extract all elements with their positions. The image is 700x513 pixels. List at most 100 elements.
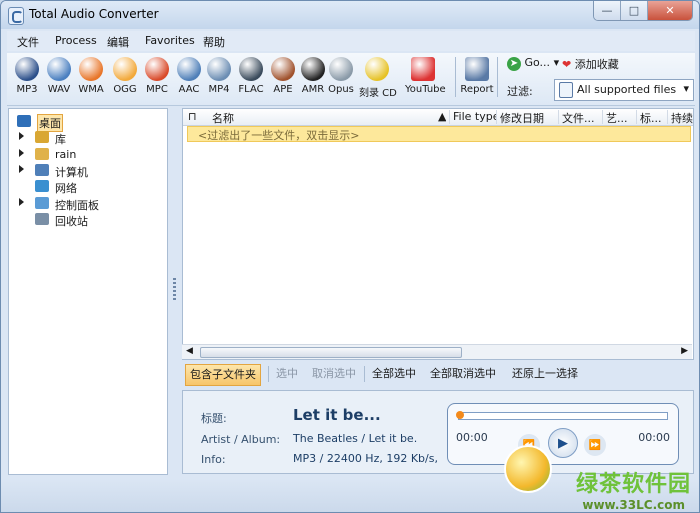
format-button-report[interactable]: Report bbox=[459, 57, 495, 95]
tree-item-label: 控制面板 bbox=[55, 198, 99, 212]
expand-arrow-icon[interactable] bbox=[19, 197, 24, 206]
tree-item-label: rain bbox=[55, 147, 77, 161]
column-title[interactable]: 标... bbox=[636, 110, 668, 124]
format-button-youtube[interactable]: YouTube bbox=[405, 57, 446, 95]
watermark-text: 绿茶软件园 bbox=[575, 472, 691, 497]
format-button-wma[interactable]: WMA bbox=[73, 57, 109, 95]
add-favorite-label: 添加收藏 bbox=[574, 58, 619, 71]
select-button[interactable]: 选中 bbox=[272, 364, 302, 384]
play-button[interactable]: ▶ bbox=[548, 428, 578, 458]
artist-label: Artist / Album: bbox=[201, 433, 281, 446]
horizontal-scrollbar[interactable]: ◀ ▶ bbox=[182, 344, 692, 359]
刻录-cd-icon bbox=[365, 57, 389, 81]
select-all-button[interactable]: 全部选中 bbox=[368, 364, 420, 384]
format-label: OGG bbox=[113, 84, 137, 95]
folder-icon bbox=[35, 131, 49, 144]
format-button-opus[interactable]: Opus bbox=[323, 57, 359, 95]
close-button[interactable]: ✕ bbox=[648, 1, 692, 20]
filter-message: <过滤出了一些文件，双击显示> bbox=[198, 129, 360, 142]
filter-value: All supported files bbox=[577, 83, 677, 96]
playback-box: 00:00 00:00 ⏪ ▶ ⏩ bbox=[447, 403, 679, 465]
folder-tree[interactable]: 桌面库 rain 计算机 网络控制面板 回收站 bbox=[8, 108, 168, 475]
maximize-button[interactable]: □ bbox=[621, 1, 648, 20]
splitter-handle[interactable] bbox=[169, 108, 181, 473]
window-controls: — □ ✕ bbox=[593, 1, 693, 21]
tree-item[interactable]: 库 bbox=[9, 130, 159, 146]
menu-file[interactable]: 文件 bbox=[17, 34, 39, 50]
aac-icon bbox=[177, 57, 201, 81]
add-favorite-button[interactable]: ❤ 添加收藏 bbox=[562, 56, 619, 72]
artist-value: The Beatles / Let it be. bbox=[293, 432, 418, 445]
deselect-button[interactable]: 取消选中 bbox=[308, 364, 360, 384]
folder-icon bbox=[35, 163, 49, 176]
report-icon bbox=[465, 57, 489, 81]
column-modified[interactable]: 修改日期 bbox=[496, 110, 558, 124]
window-title: Total Audio Converter bbox=[29, 7, 159, 21]
youtube-icon bbox=[411, 57, 435, 81]
watermark-url: www.33LC.com bbox=[582, 498, 685, 512]
pin-icon[interactable]: ⊓ bbox=[185, 110, 202, 124]
player-panel: 标题: Let it be... Artist / Album: The Bea… bbox=[182, 390, 694, 474]
menu-bar: 文件 Process 编辑 Favorites 帮助 bbox=[7, 31, 695, 51]
column-name[interactable]: 名称 bbox=[209, 110, 448, 124]
chevron-down-icon: ▾ bbox=[553, 56, 560, 69]
progress-track[interactable] bbox=[456, 411, 668, 420]
folder-icon bbox=[35, 180, 49, 193]
format-label: MP4 bbox=[208, 84, 230, 95]
format-button-刻录-cd[interactable]: 刻录 CD bbox=[359, 57, 397, 99]
title-bar[interactable]: Total Audio Converter — □ ✕ bbox=[1, 1, 699, 29]
scroll-thumb[interactable] bbox=[200, 347, 462, 358]
format-button-mpc[interactable]: MPC bbox=[139, 57, 175, 95]
app-window: Total Audio Converter — □ ✕ 文件 Process 编… bbox=[0, 0, 700, 513]
format-button-mp4[interactable]: MP4 bbox=[201, 57, 237, 95]
expand-arrow-icon[interactable] bbox=[19, 148, 24, 157]
tree-item[interactable]: 控制面板 bbox=[9, 196, 159, 212]
restore-selection-button[interactable]: 还原上一选择 bbox=[508, 364, 582, 384]
file-list[interactable]: ⊓ 名称 ▲ File type 修改日期 文件... 艺... 标... 持续… bbox=[182, 108, 694, 360]
tree-item-label: 桌面 bbox=[37, 114, 63, 132]
fast-forward-button[interactable]: ⏩ bbox=[584, 434, 606, 456]
selection-bar: 包含子文件夹 选中 取消选中 全部选中 全部取消选中 还原上一选择 bbox=[182, 362, 692, 386]
column-file-type[interactable]: File type bbox=[449, 110, 497, 124]
minimize-button[interactable]: — bbox=[594, 1, 621, 20]
info-label: Info: bbox=[201, 453, 226, 466]
watermark-logo-icon bbox=[504, 445, 552, 493]
menu-process[interactable]: Process bbox=[55, 34, 97, 47]
expand-arrow-icon[interactable] bbox=[19, 164, 24, 173]
separator bbox=[364, 366, 365, 382]
format-button-mp3[interactable]: MP3 bbox=[9, 57, 45, 95]
column-artist[interactable]: 艺... bbox=[602, 110, 636, 124]
tree-item[interactable]: 网络 bbox=[9, 179, 159, 195]
progress-knob[interactable] bbox=[456, 411, 464, 419]
chevron-down-icon: ▾ bbox=[683, 82, 689, 95]
tree-item[interactable]: 桌面 bbox=[9, 114, 159, 132]
title-label: 标题: bbox=[201, 412, 227, 425]
tree-item[interactable]: 计算机 bbox=[9, 163, 159, 179]
wav-icon bbox=[47, 57, 71, 81]
go-button[interactable]: ➤ Go... ▾ bbox=[507, 56, 559, 71]
tree-item-label: 计算机 bbox=[55, 165, 88, 179]
tree-item[interactable]: 回收站 bbox=[9, 212, 159, 228]
expand-arrow-icon[interactable] bbox=[19, 132, 24, 141]
opus-icon bbox=[329, 57, 353, 81]
format-button-wav[interactable]: WAV bbox=[41, 57, 77, 95]
format-button-ogg[interactable]: OGG bbox=[107, 57, 143, 95]
format-label: MPC bbox=[146, 84, 168, 95]
folder-icon bbox=[35, 196, 49, 209]
column-file-size[interactable]: 文件... bbox=[558, 110, 602, 124]
scroll-left-icon[interactable]: ◀ bbox=[186, 346, 193, 356]
filter-message-row[interactable]: <过滤出了一些文件，双击显示> bbox=[187, 126, 691, 142]
filter-select[interactable]: All supported files ▾ bbox=[554, 79, 694, 101]
column-duration[interactable]: 持续... bbox=[667, 110, 693, 124]
include-subfolders-button[interactable]: 包含子文件夹 bbox=[185, 364, 261, 386]
tree-item[interactable]: rain bbox=[9, 147, 159, 163]
menu-help[interactable]: 帮助 bbox=[203, 34, 225, 50]
menu-edit[interactable]: 编辑 bbox=[107, 34, 129, 50]
deselect-all-button[interactable]: 全部取消选中 bbox=[426, 364, 500, 384]
scroll-right-icon[interactable]: ▶ bbox=[681, 346, 688, 356]
folder-icon bbox=[35, 147, 49, 160]
toolbar-separator bbox=[455, 57, 456, 97]
folder-icon bbox=[17, 115, 31, 127]
format-button-flac[interactable]: FLAC bbox=[233, 57, 269, 95]
menu-favorites[interactable]: Favorites bbox=[145, 34, 195, 47]
